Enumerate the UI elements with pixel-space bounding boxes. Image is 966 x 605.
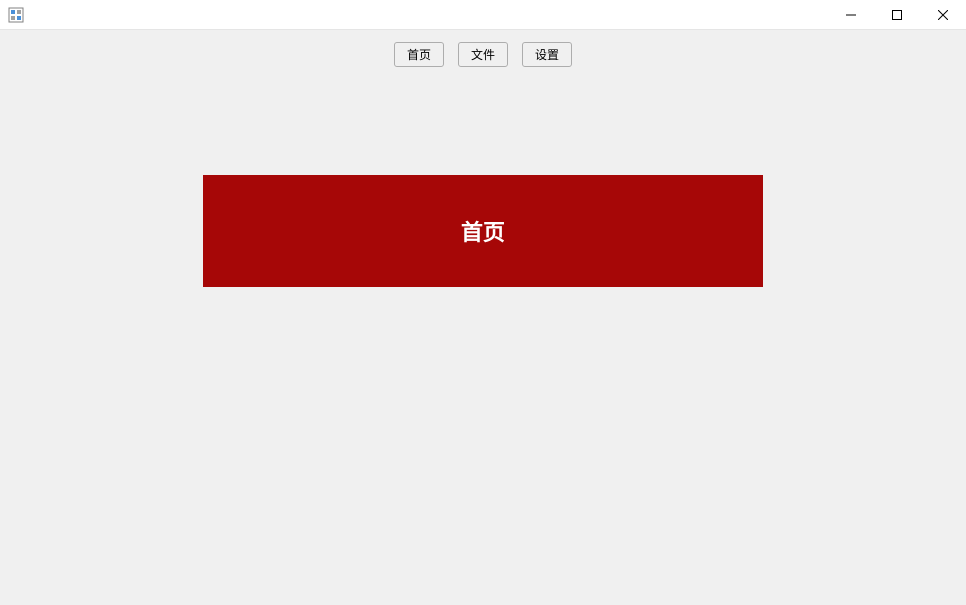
close-icon [938, 10, 948, 20]
toolbar: 首页 文件 设置 [0, 30, 966, 67]
content-area: 首页 [0, 67, 966, 287]
tab-settings[interactable]: 设置 [522, 42, 572, 67]
content-panel: 首页 [203, 175, 763, 287]
maximize-icon [892, 10, 902, 20]
window-controls [828, 0, 966, 29]
minimize-icon [846, 10, 856, 20]
close-button[interactable] [920, 0, 966, 30]
minimize-button[interactable] [828, 0, 874, 30]
tab-file[interactable]: 文件 [458, 42, 508, 67]
titlebar-left [8, 7, 24, 23]
panel-label: 首页 [461, 215, 505, 247]
titlebar [0, 0, 966, 30]
app-icon [8, 7, 24, 23]
tab-home[interactable]: 首页 [394, 42, 444, 67]
maximize-button[interactable] [874, 0, 920, 30]
